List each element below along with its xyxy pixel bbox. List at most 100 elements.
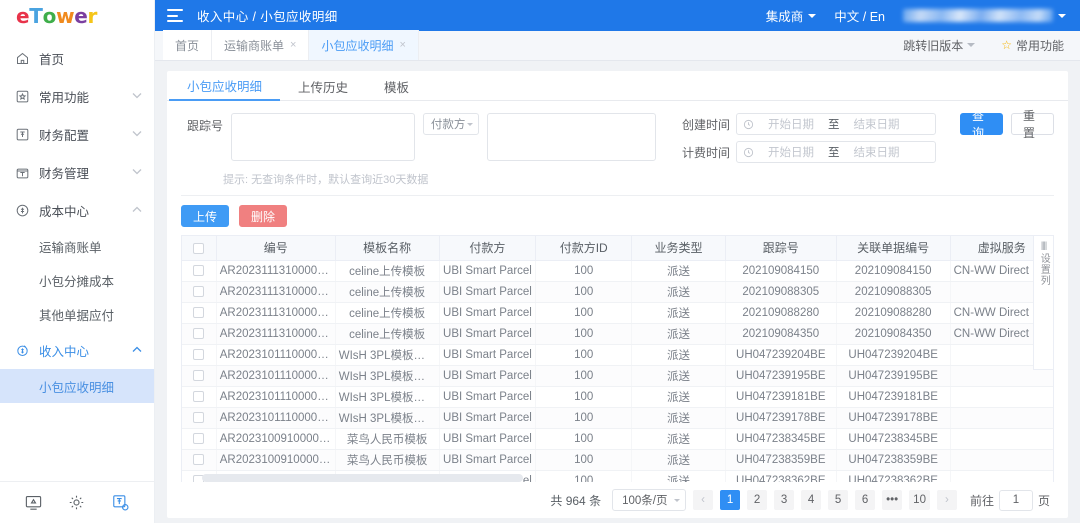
sidebar-subitem-carrier-bill[interactable]: 运输商账单 [0, 229, 154, 263]
sidebar-item-home[interactable]: 首页 [0, 39, 154, 77]
page-button-10[interactable]: 10 [909, 490, 930, 510]
sidebar-subitem-parcel-receivable-detail[interactable]: 小包应收明细 [0, 369, 154, 403]
cell-no: AR202311131000000... [216, 281, 335, 302]
jump-page-input[interactable]: 1 [999, 490, 1033, 511]
page-button-6[interactable]: 6 [855, 490, 875, 510]
row-checkbox-cell [182, 365, 216, 386]
sidebar-item-finance-management[interactable]: 财务管理 [0, 153, 154, 191]
scrollbar-thumb[interactable] [202, 474, 523, 482]
favorites-link[interactable]: ☆ 常用功能 [1001, 37, 1064, 54]
row-checkbox[interactable] [193, 454, 204, 465]
table-row[interactable]: AR202310111000000...WIsH 3PL模板测试UBI Smar… [182, 344, 1053, 365]
row-checkbox-cell [182, 428, 216, 449]
page-size-select[interactable]: 100条/页 [612, 489, 686, 511]
table-row[interactable]: AR202311131000000...celine上传模板UBI Smart … [182, 260, 1053, 281]
table-row[interactable]: AR202310111000000...WIsH 3PL模板测试UBI Smar… [182, 365, 1053, 386]
cell-payer: UBI Smart Parcel [439, 260, 536, 281]
filter-hint: 提示: 无查询条件时，默认查询近30天数据 [223, 171, 1054, 187]
page-button-3[interactable]: 3 [774, 490, 794, 510]
table-row[interactable]: AR202311131000000...celine上传模板UBI Smart … [182, 281, 1053, 302]
row-checkbox[interactable] [193, 391, 204, 402]
page-button-1[interactable]: 1 [720, 490, 740, 510]
horizontal-scrollbar[interactable] [202, 474, 1005, 482]
row-checkbox[interactable] [193, 412, 204, 423]
page-button-4[interactable]: 4 [801, 490, 821, 510]
create-time-range-picker[interactable]: 开始日期 至 结束日期 [736, 113, 936, 135]
gear-icon[interactable] [67, 493, 86, 512]
cell-payer: UBI Smart Parcel [439, 323, 536, 344]
page-tab-carrier-bill[interactable]: 运输商账单 × [212, 30, 309, 60]
old-version-link[interactable]: 跳转旧版本 [903, 37, 975, 54]
column-header-business-type[interactable]: 业务类型 [632, 236, 726, 260]
page-ellipsis[interactable]: ••• [882, 490, 902, 510]
logo[interactable]: eTower [0, 0, 154, 31]
row-checkbox[interactable] [193, 265, 204, 276]
bottom-strip [155, 518, 1080, 523]
payer-value-input[interactable] [487, 113, 656, 161]
cell-business-type: 派送 [632, 344, 726, 365]
language-switch[interactable]: 中文 / En [834, 6, 885, 25]
reset-button[interactable]: 重置 [1011, 113, 1054, 135]
monitor-icon[interactable] [24, 493, 43, 512]
page-tab-home[interactable]: 首页 [163, 30, 212, 60]
page-button-2[interactable]: 2 [747, 490, 767, 510]
row-checkbox[interactable] [193, 349, 204, 360]
row-checkbox[interactable] [193, 286, 204, 297]
tab-template[interactable]: 模板 [366, 71, 427, 101]
column-header-payer-id[interactable]: 付款方ID [536, 236, 632, 260]
table-row[interactable]: AR202310111000000...WIsH 3PL模板测试UBI Smar… [182, 407, 1053, 428]
user-menu[interactable] [903, 9, 1066, 22]
cell-payer-id: 100 [536, 344, 632, 365]
sidebar-item-common-functions[interactable]: 常用功能 [0, 77, 154, 115]
tracking-number-input[interactable] [231, 113, 415, 161]
row-checkbox[interactable] [193, 370, 204, 381]
column-header-no[interactable]: 编号 [216, 236, 335, 260]
page-tab-parcel-receivable-detail[interactable]: 小包应收明细 × [309, 30, 418, 60]
column-header-payer[interactable]: 付款方 [439, 236, 536, 260]
row-checkbox[interactable] [193, 328, 204, 339]
cell-template-name: celine上传模板 [335, 281, 439, 302]
cell-template-name: WIsH 3PL模板测试 [335, 365, 439, 386]
user-name-redacted [903, 9, 1053, 22]
column-header-template-name[interactable]: 模板名称 [335, 236, 439, 260]
delete-button[interactable]: 删除 [239, 205, 287, 227]
prev-page-button[interactable]: ‹ [693, 490, 713, 510]
table-row[interactable]: AR202311131000000...celine上传模板UBI Smart … [182, 323, 1053, 344]
payer-select[interactable]: 付款方 [423, 113, 479, 135]
cell-payer-id: 100 [536, 281, 632, 302]
close-icon[interactable]: × [399, 39, 405, 51]
table-row[interactable]: AR202310091000000...菜鸟人民币模板UBI Smart Par… [182, 428, 1053, 449]
table-row[interactable]: AR202311131000000...celine上传模板UBI Smart … [182, 302, 1053, 323]
sidebar-item-cost-center[interactable]: 成本中心 [0, 191, 154, 229]
currency-settings-icon[interactable] [111, 493, 130, 512]
sidebar-footer [0, 481, 154, 523]
cell-tracking-number: UH047238359BE [725, 449, 836, 470]
table-row[interactable]: AR202310111000000...WIsH 3PL模板测试UBI Smar… [182, 386, 1053, 407]
sidebar-subitem-other-payable[interactable]: 其他单据应付 [0, 297, 154, 331]
upload-button[interactable]: 上传 [181, 205, 229, 227]
next-page-button[interactable]: › [937, 490, 957, 510]
page-button-5[interactable]: 5 [828, 490, 848, 510]
row-checkbox[interactable] [193, 433, 204, 444]
money-manage-icon [14, 164, 30, 180]
column-settings-handle[interactable]: |||| 设置列 [1033, 236, 1053, 370]
row-checkbox[interactable] [193, 307, 204, 318]
hamburger-icon[interactable] [167, 9, 183, 22]
tab-parcel-receivable-detail[interactable]: 小包应收明细 [169, 71, 280, 101]
query-button[interactable]: 查询 [960, 113, 1003, 135]
sidebar-item-finance-config[interactable]: 财务配置 [0, 115, 154, 153]
column-header-related-doc-no[interactable]: 关联单据编号 [836, 236, 950, 260]
billing-time-range-picker[interactable]: 开始日期 至 结束日期 [736, 141, 936, 163]
sidebar-item-revenue-center[interactable]: 收入中心 [0, 331, 154, 369]
column-header-tracking-number[interactable]: 跟踪号 [725, 236, 836, 260]
tenant-selector[interactable]: 集成商 [766, 6, 817, 25]
table-row[interactable]: AR202310091000000...菜鸟人民币模板UBI Smart Par… [182, 449, 1053, 470]
cell-related-doc-no: UH047239181BE [836, 386, 950, 407]
cell-related-doc-no: UH047239178BE [836, 407, 950, 428]
sidebar-subitem-parcel-allocated-cost[interactable]: 小包分摊成本 [0, 263, 154, 297]
table-body: AR202311131000000...celine上传模板UBI Smart … [182, 260, 1053, 482]
jump-suffix-label: 页 [1038, 492, 1050, 509]
select-all-checkbox[interactable] [193, 243, 204, 254]
tab-upload-history[interactable]: 上传历史 [280, 71, 366, 101]
close-icon[interactable]: × [290, 39, 296, 51]
